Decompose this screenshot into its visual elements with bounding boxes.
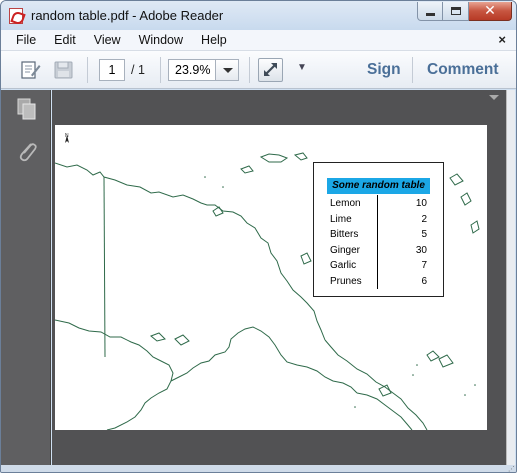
pages-panel-icon[interactable] xyxy=(16,97,38,121)
navigation-pane xyxy=(1,90,51,465)
close-window-button[interactable]: ✕ xyxy=(469,2,512,21)
app-window: random table.pdf - Adobe Reader ✕ File E… xyxy=(0,0,517,473)
table-row: Lemon 10 xyxy=(330,196,427,211)
menu-window[interactable]: Window xyxy=(130,30,192,51)
scroll-up-arrow[interactable] xyxy=(489,95,499,100)
menu-bar: File Edit View Window Help × xyxy=(1,30,516,51)
maximize-icon xyxy=(451,7,461,15)
fit-page-icon xyxy=(264,63,277,76)
save-disk-icon[interactable] xyxy=(53,60,75,80)
table-title: Some random table xyxy=(327,178,430,194)
document-view[interactable]: N Some random table Lemon 10 Lime 2 Bitt… xyxy=(52,90,509,465)
row-value: 10 xyxy=(415,198,427,209)
resize-grip-icon[interactable]: ⋰ xyxy=(508,465,515,472)
paperclip-icon[interactable] xyxy=(16,139,38,163)
menu-edit[interactable]: Edit xyxy=(45,30,85,51)
close-document-button[interactable]: × xyxy=(498,32,506,47)
row-label: Prunes xyxy=(330,275,362,287)
toolbar-separator xyxy=(249,57,250,83)
row-label: Lime xyxy=(330,213,352,225)
row-label: Bitters xyxy=(330,229,359,240)
close-icon: ✕ xyxy=(484,3,496,19)
row-value: 7 xyxy=(421,260,427,271)
row-value: 30 xyxy=(415,244,427,256)
create-pdf-icon[interactable] xyxy=(19,60,41,80)
zoom-input[interactable]: 23.9% xyxy=(168,59,216,81)
menu-view[interactable]: View xyxy=(85,30,130,51)
minimize-button[interactable] xyxy=(417,2,443,21)
toolbar-separator xyxy=(160,57,161,83)
minimize-icon xyxy=(426,13,435,16)
window-title: random table.pdf - Adobe Reader xyxy=(31,8,224,23)
table-row: Garlic 7 xyxy=(330,258,427,273)
table-row: Lime 2 xyxy=(330,212,427,227)
title-bar[interactable]: random table.pdf - Adobe Reader ✕ xyxy=(1,1,516,30)
row-label: Ginger xyxy=(330,244,361,256)
row-label: Garlic xyxy=(330,260,357,271)
random-table: Some random table Lemon 10 Lime 2 Bitter… xyxy=(313,162,444,297)
toolbar: 1 / 1 23.9% ▼ Sign Comment xyxy=(1,51,516,89)
row-value: 6 xyxy=(421,275,427,287)
row-value: 5 xyxy=(421,229,427,240)
menu-file[interactable]: File xyxy=(7,30,45,51)
pdf-file-icon xyxy=(9,8,23,24)
menu-help[interactable]: Help xyxy=(192,30,236,51)
page-total-label: / 1 xyxy=(131,63,145,77)
north-arrow-label: N xyxy=(65,133,69,139)
row-value: 2 xyxy=(421,213,427,225)
zoom-dropdown-button[interactable] xyxy=(215,59,239,81)
pdf-page: N Some random table Lemon 10 Lime 2 Bitt… xyxy=(55,125,487,430)
toolbar-separator xyxy=(412,57,413,83)
table-row: Ginger 30 xyxy=(330,243,427,258)
table-row: Prunes 6 xyxy=(330,274,427,289)
vertical-scrollbar[interactable] xyxy=(506,90,515,465)
sign-pane-button[interactable]: Sign xyxy=(367,61,401,79)
table-row: Bitters 5 xyxy=(330,227,427,242)
toolbar-separator xyxy=(87,57,88,83)
more-tools-dropdown[interactable]: ▼ xyxy=(297,62,307,73)
row-label: Lemon xyxy=(330,198,361,209)
page-number-input[interactable]: 1 xyxy=(99,59,125,81)
fit-page-button[interactable] xyxy=(258,58,283,82)
status-bar: ⋰ xyxy=(1,465,516,472)
maximize-button[interactable] xyxy=(443,2,469,21)
caption-buttons: ✕ xyxy=(417,2,512,22)
comment-pane-button[interactable]: Comment xyxy=(427,61,498,79)
